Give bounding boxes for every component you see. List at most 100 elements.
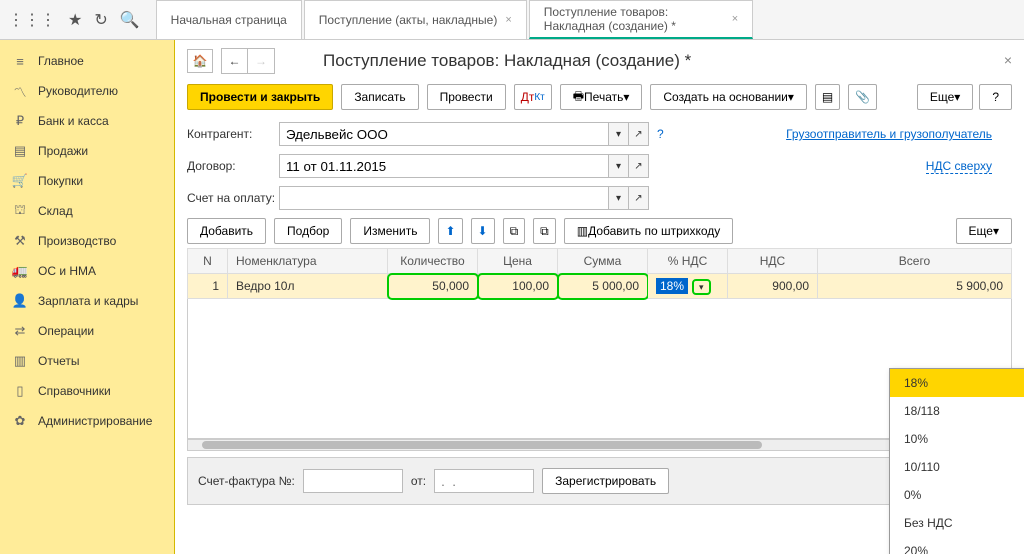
sidebar-item-bank[interactable]: ₽Банк и касса bbox=[0, 106, 174, 136]
print-button[interactable]: 🖶 Печать ▾ bbox=[560, 84, 643, 110]
contractor-label: Контрагент: bbox=[187, 127, 279, 141]
sidebar-item-operations[interactable]: ⇄Операции bbox=[0, 316, 174, 346]
back-button[interactable]: ← bbox=[222, 49, 248, 73]
sidebar-item-manager[interactable]: 〽Руководителю bbox=[0, 76, 174, 106]
create-based-button[interactable]: Создать на основании ▾ bbox=[650, 84, 807, 110]
sidebar-item-label: Главное bbox=[38, 54, 84, 68]
save-button[interactable]: Записать bbox=[341, 84, 418, 110]
vat-option[interactable]: 18/118 bbox=[890, 397, 1024, 425]
vat-option[interactable]: Без НДС bbox=[890, 509, 1024, 537]
cell-total[interactable]: 5 900,00 bbox=[818, 274, 1012, 299]
contractor-input[interactable] bbox=[279, 122, 609, 146]
apps-icon[interactable]: ⋮⋮⋮ bbox=[8, 10, 56, 30]
barcode-label: Добавить по штрихкоду bbox=[588, 224, 720, 238]
cell-price[interactable]: 100,00 bbox=[478, 274, 558, 299]
dropdown-icon[interactable]: ▾ bbox=[609, 186, 629, 210]
vat-option[interactable]: 0% bbox=[890, 481, 1024, 509]
edit-row-button[interactable]: Изменить bbox=[350, 218, 430, 244]
sales-icon: ▤ bbox=[12, 143, 28, 159]
post-and-close-button[interactable]: Провести и закрыть bbox=[187, 84, 333, 110]
vat-option[interactable]: 20% bbox=[890, 537, 1024, 554]
contract-label: Договор: bbox=[187, 159, 279, 173]
sidebar-item-assets[interactable]: 🚛ОС и НМА bbox=[0, 256, 174, 286]
sidebar-item-production[interactable]: ⚒Производство bbox=[0, 226, 174, 256]
page-title: Поступление товаров: Накладная (создание… bbox=[323, 51, 691, 71]
table-more-button[interactable]: Еще ▾ bbox=[956, 218, 1012, 244]
help-link[interactable]: ? bbox=[657, 127, 664, 141]
sidebar-item-admin[interactable]: ✿Администрирование bbox=[0, 406, 174, 436]
sidebar-item-main[interactable]: ≡Главное bbox=[0, 46, 174, 76]
invoice-input[interactable] bbox=[279, 186, 609, 210]
search-icon[interactable]: 🔍 bbox=[120, 10, 140, 30]
main-toolbar: Провести и закрыть Записать Провести ДтК… bbox=[187, 84, 1012, 110]
contract-input[interactable] bbox=[279, 154, 609, 178]
register-button[interactable]: Зарегистрировать bbox=[542, 468, 669, 494]
sidebar-item-label: Руководителю bbox=[38, 84, 118, 98]
sidebar-item-hr[interactable]: 👤Зарплата и кадры bbox=[0, 286, 174, 316]
from-label: от: bbox=[411, 474, 426, 488]
cell-vat-pct[interactable]: 18%▾ bbox=[648, 274, 728, 299]
sidebar-item-label: Покупки bbox=[38, 174, 83, 188]
paste-button[interactable]: ⧉ bbox=[533, 218, 556, 244]
dt-kt-button[interactable]: ДтКт bbox=[514, 84, 552, 110]
cell-item[interactable]: Ведро 10л bbox=[228, 274, 388, 299]
table-toolbar: Добавить Подбор Изменить ⬆ ⬇ ⧉ ⧉ ▥ Добав… bbox=[187, 218, 1012, 244]
move-up-button[interactable]: ⬆ bbox=[438, 218, 462, 244]
open-icon[interactable]: ↗ bbox=[629, 186, 649, 210]
sidebar-item-reports[interactable]: ▥Отчеты bbox=[0, 346, 174, 376]
dropdown-icon[interactable]: ▾ bbox=[609, 154, 629, 178]
vat-option[interactable]: 10/110 bbox=[890, 453, 1024, 481]
sidebar-item-purchases[interactable]: 🛒Покупки bbox=[0, 166, 174, 196]
vat-dropdown-icon[interactable]: ▾ bbox=[692, 279, 711, 295]
scrollbar-thumb[interactable] bbox=[202, 441, 762, 449]
consignor-link[interactable]: Грузоотправитель и грузополучатель bbox=[786, 127, 992, 142]
cell-vat[interactable]: 900,00 bbox=[728, 274, 818, 299]
sidebar-item-directories[interactable]: ▯Справочники bbox=[0, 376, 174, 406]
tab-invoice-create[interactable]: Поступление товаров: Накладная (создание… bbox=[529, 0, 753, 39]
sidebar: ≡Главное 〽Руководителю ₽Банк и касса ▤Пр… bbox=[0, 40, 175, 554]
tab-receipts[interactable]: Поступление (акты, накладные) × bbox=[304, 0, 527, 39]
person-icon: 👤 bbox=[12, 293, 28, 309]
add-row-button[interactable]: Добавить bbox=[187, 218, 266, 244]
col-qty: Количество bbox=[388, 249, 478, 274]
cell-qty[interactable]: 50,000 bbox=[388, 274, 478, 299]
home-button[interactable]: 🏠 bbox=[187, 49, 213, 73]
more-label: Еще bbox=[930, 90, 954, 104]
vat-option[interactable]: 18% bbox=[890, 369, 1024, 397]
cell-sum[interactable]: 5 000,00 bbox=[558, 274, 648, 299]
select-items-button[interactable]: Подбор bbox=[274, 218, 342, 244]
vat-option[interactable]: 10% bbox=[890, 425, 1024, 453]
close-icon[interactable]: × bbox=[505, 14, 511, 26]
tab-label: Поступление (акты, накладные) bbox=[319, 13, 498, 27]
col-vat-pct: % НДС bbox=[648, 249, 728, 274]
forward-button[interactable]: → bbox=[248, 49, 274, 73]
sidebar-item-warehouse[interactable]: ⛫Склад bbox=[0, 196, 174, 226]
open-icon[interactable]: ↗ bbox=[629, 122, 649, 146]
move-down-button[interactable]: ⬇ bbox=[471, 218, 495, 244]
history-icon[interactable]: ↻ bbox=[94, 10, 107, 30]
help-button[interactable]: ? bbox=[979, 84, 1012, 110]
dropdown-icon[interactable]: ▾ bbox=[609, 122, 629, 146]
book-icon: ▯ bbox=[12, 383, 28, 399]
form-button[interactable]: ▤ bbox=[815, 84, 840, 110]
cell-n[interactable]: 1 bbox=[188, 274, 228, 299]
sidebar-item-label: Операции bbox=[38, 324, 94, 338]
vat-mode-link[interactable]: НДС сверху bbox=[926, 159, 992, 174]
invoice-date-input[interactable] bbox=[434, 469, 534, 493]
more-button[interactable]: Еще ▾ bbox=[917, 84, 973, 110]
invoice-no-input[interactable] bbox=[303, 469, 403, 493]
table-row[interactable]: 1 Ведро 10л 50,000 100,00 5 000,00 18%▾ … bbox=[188, 274, 1012, 299]
tab-home[interactable]: Начальная страница bbox=[156, 0, 302, 39]
gear-icon: ✿ bbox=[12, 413, 28, 429]
add-by-barcode-button[interactable]: ▥ Добавить по штрихкоду bbox=[564, 218, 734, 244]
attach-button[interactable]: 📎 bbox=[848, 84, 877, 110]
star-icon[interactable]: ★ bbox=[68, 10, 82, 30]
close-icon[interactable]: × bbox=[732, 13, 738, 25]
post-button[interactable]: Провести bbox=[427, 84, 506, 110]
table-header-row: N Номенклатура Количество Цена Сумма % Н… bbox=[188, 249, 1012, 274]
open-icon[interactable]: ↗ bbox=[629, 154, 649, 178]
items-table: N Номенклатура Количество Цена Сумма % Н… bbox=[187, 248, 1012, 299]
close-document-icon[interactable]: × bbox=[1004, 52, 1012, 68]
copy-button[interactable]: ⧉ bbox=[503, 218, 526, 244]
sidebar-item-sales[interactable]: ▤Продажи bbox=[0, 136, 174, 166]
